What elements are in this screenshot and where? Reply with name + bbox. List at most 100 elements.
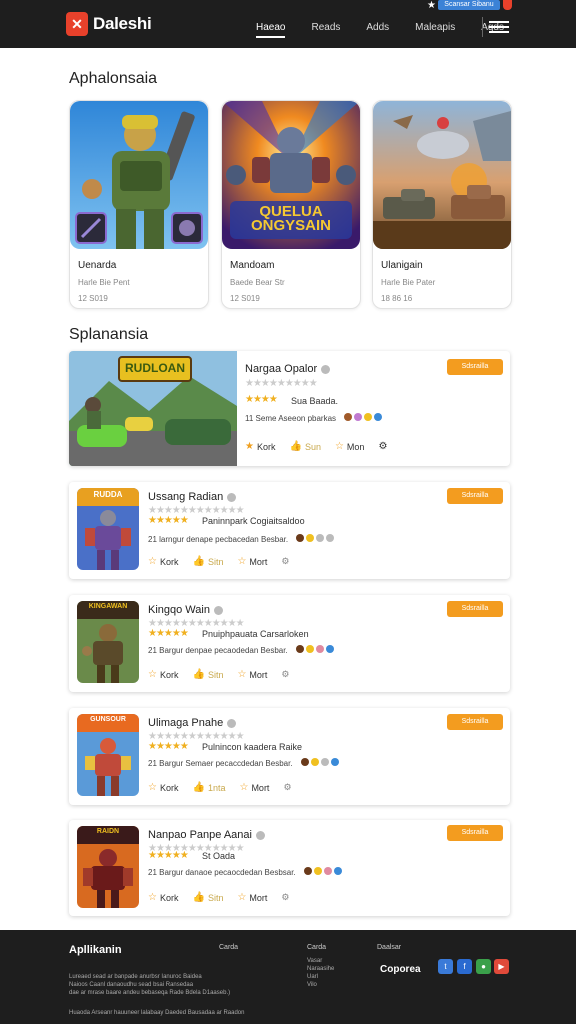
thumbs-up-icon: 👍	[289, 441, 302, 452]
info-icon[interactable]	[227, 718, 237, 728]
info-icon[interactable]	[321, 364, 331, 374]
item-title[interactable]: Nanpao Panpe Aanai	[148, 829, 265, 841]
item-title[interactable]: Ulimaga Pnahe	[148, 717, 237, 729]
card-subtitle: Harle Bie Pent	[78, 278, 130, 287]
item-description: 21 Bargur denpae pecaodedan Besbar.	[148, 645, 334, 655]
art-title-text: RUDDA	[93, 490, 123, 499]
youtube-icon[interactable]: ▶	[494, 959, 509, 974]
item-description-text: 21 Bargur danaoe pecaocdedan Besbsar.	[148, 868, 296, 877]
footer-column-heading: Carda	[219, 944, 239, 951]
footer-about-text: Lureaed sead ar banpade anurbsr Ianuroc …	[69, 973, 230, 997]
game-thumbnail[interactable]: RAIDN	[77, 826, 139, 908]
rating-label: Pulnincon kaadera Raike	[202, 742, 303, 752]
mort-button[interactable]: ☆ Mort	[239, 782, 269, 793]
mon-button[interactable]: ☆ Mon	[335, 441, 364, 452]
kork-button[interactable]: ☆ Kork	[148, 669, 178, 680]
list-item[interactable]: RUDLOAN Nargaa Opalor ★★★★★★★★★ ★★★★ Sua…	[69, 351, 510, 466]
share-icon[interactable]: ⚙	[378, 441, 387, 452]
install-badge[interactable]: Sdsrailla	[447, 714, 503, 730]
rating-stars: ★★★★★	[148, 628, 189, 639]
action-label: Sitn	[207, 556, 224, 567]
kork-button[interactable]: ★ Kork	[245, 441, 275, 452]
item-description: 21 larngur denape pecbacedan Besbar.	[148, 534, 335, 544]
list-item[interactable]: RAIDN Nanpao Panpe Aanai ★★★★★★★★★★★★ ★★…	[69, 820, 510, 916]
card-meta: 12 S019	[78, 294, 108, 303]
inta-button[interactable]: 👍 1nta	[192, 782, 225, 793]
art-title-text: GUNSOUR	[90, 716, 126, 723]
top-account-pill[interactable]: Scansar Sibanu	[438, 0, 500, 10]
kork-button[interactable]: ☆ Kork	[148, 556, 178, 567]
nav-item-maleapis[interactable]: Maleapis	[415, 22, 455, 33]
item-title[interactable]: Nargaa Opalor	[245, 363, 331, 375]
action-label: Mort	[251, 782, 270, 793]
brand-name[interactable]: Daleshi	[93, 14, 152, 34]
game-thumbnail[interactable]: RUDLOAN	[69, 351, 237, 466]
game-thumbnail[interactable]	[70, 101, 208, 249]
install-badge[interactable]: Sdsrailla	[447, 488, 503, 504]
robot-art-image	[77, 488, 139, 570]
warrior-art-image	[77, 601, 139, 683]
game-thumbnail[interactable]: GUNSOUR	[77, 714, 139, 796]
item-title[interactable]: Ussang Radian	[148, 491, 237, 503]
share-icon[interactable]: ⚙	[281, 892, 289, 903]
sun-button[interactable]: 👍 Sun	[289, 441, 320, 452]
card-subtitle: Baede Bear Str	[230, 278, 285, 287]
share-icon[interactable]: ⚙	[283, 782, 291, 793]
action-label: Mort	[249, 556, 268, 567]
game-thumbnail[interactable]	[373, 101, 511, 249]
card-title[interactable]: Uenarda	[78, 260, 116, 271]
list-item[interactable]: RUDDA Ussang Radian ★★★★★★★★★★★★ ★★★★★ P…	[69, 482, 510, 579]
card-subtitle: Harle Bie Pater	[381, 278, 436, 287]
mort-button[interactable]: ☆ Mort	[237, 556, 267, 567]
nav-item-reads[interactable]: Reads	[311, 22, 340, 33]
sitn-button[interactable]: 👍 Sitn	[192, 556, 223, 567]
chat-icon[interactable]: ●	[476, 959, 491, 974]
game-thumbnail[interactable]: RUDDA	[77, 488, 139, 570]
mort-button[interactable]: ☆ Mort	[237, 892, 267, 903]
star-icon[interactable]: ★	[427, 0, 436, 11]
list-item[interactable]: KINGAWAN Kingqo Wain ★★★★★★★★★★★★ ★★★★★ …	[69, 595, 510, 692]
footer-column-heading: Daalsar	[377, 944, 402, 951]
item-actions: ★ Kork 👍 Sun ☆ Mon ⚙	[245, 441, 387, 452]
nav-item-adds[interactable]: Adds	[366, 22, 389, 33]
share-icon[interactable]: ⚙	[281, 556, 289, 567]
footer-brand[interactable]: Apllikanin	[69, 944, 122, 956]
facebook-icon[interactable]: f	[457, 959, 472, 974]
share-icon[interactable]: ⚙	[281, 669, 289, 680]
sitn-button[interactable]: 👍 Sitn	[192, 892, 223, 903]
featured-card[interactable]: Uenarda Harle Bie Pent 12 S019	[69, 100, 209, 309]
footer-link[interactable]: Naraasihe	[307, 965, 334, 973]
logo-icon[interactable]: ✕	[66, 12, 88, 36]
shield-icon[interactable]	[503, 0, 512, 10]
game-thumbnail[interactable]: KINGAWAN	[77, 601, 139, 683]
menu-icon[interactable]	[489, 21, 509, 33]
install-badge[interactable]: Sdsrailla	[447, 825, 503, 841]
nav-item-home[interactable]: Haeao	[256, 22, 286, 38]
info-icon[interactable]	[255, 830, 265, 840]
kork-button[interactable]: ☆ Kork	[148, 892, 178, 903]
rating-stars: ★★★★★	[148, 741, 189, 752]
list-item[interactable]: GUNSOUR Ulimaga Pnahe ★★★★★★★★★★★★ ★★★★★…	[69, 708, 510, 805]
install-badge[interactable]: Sdsrailla	[447, 359, 503, 375]
platform-icons	[342, 413, 383, 421]
install-badge[interactable]: Sdsrailla	[447, 601, 503, 617]
footer-link[interactable]: Uarl	[307, 973, 334, 981]
kork-button[interactable]: ☆ Kork	[148, 782, 178, 793]
item-title[interactable]: Kingqo Wain	[148, 604, 223, 616]
footer-link[interactable]: Vasar	[307, 957, 334, 965]
footer-corp-logo[interactable]: Coporea	[380, 964, 421, 975]
item-description-text: 21 larngur denape pecbacedan Besbar.	[148, 535, 289, 544]
featured-card[interactable]: QUELUA ONGYSAIN Mandoam Baede Bear Str 1…	[221, 100, 361, 309]
card-title[interactable]: Ulanigain	[381, 260, 423, 271]
info-icon[interactable]	[213, 605, 223, 615]
featured-card[interactable]: Ulanigain Harle Bie Pater 18 86 16	[372, 100, 512, 309]
sitn-button[interactable]: 👍 Sitn	[192, 669, 223, 680]
info-icon[interactable]	[227, 492, 237, 502]
game-thumbnail[interactable]: QUELUA ONGYSAIN	[222, 101, 360, 249]
star-outline-icon: ☆	[237, 556, 247, 567]
card-title[interactable]: Mandoam	[230, 260, 274, 271]
twitter-icon[interactable]: t	[438, 959, 453, 974]
footer-link[interactable]: Vilo	[307, 981, 334, 989]
action-label: Kork	[159, 669, 179, 680]
mort-button[interactable]: ☆ Mort	[237, 669, 267, 680]
